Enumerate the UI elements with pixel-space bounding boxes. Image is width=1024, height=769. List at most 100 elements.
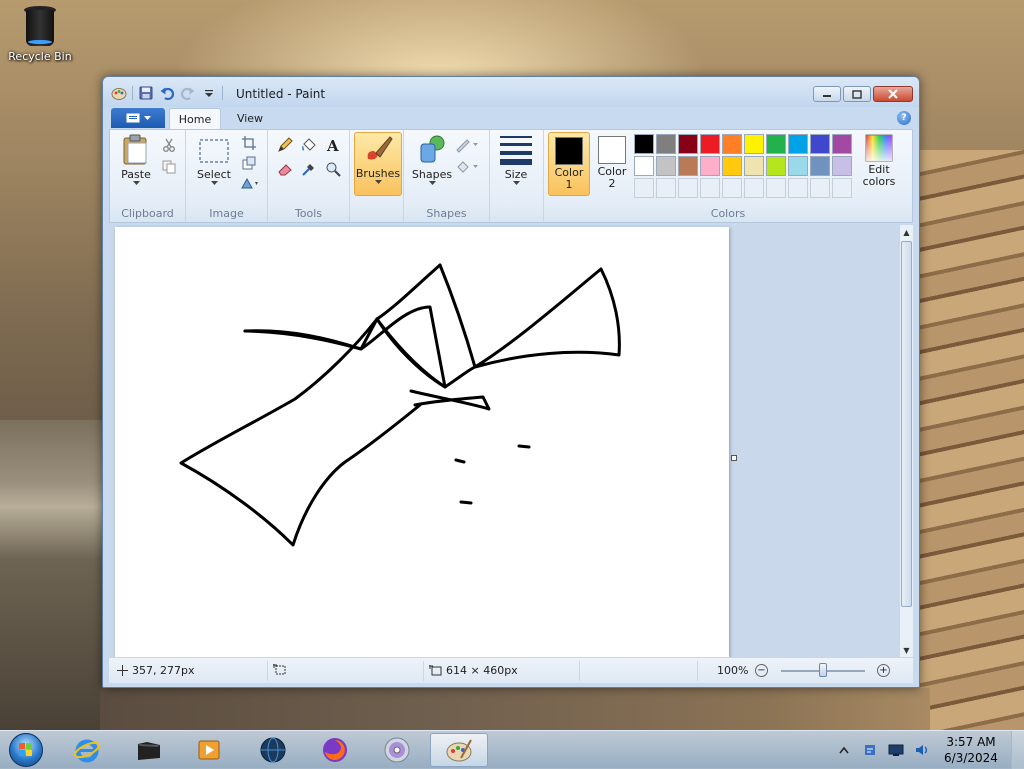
scroll-up-icon[interactable]: ▲ bbox=[900, 225, 913, 239]
file-menu-button[interactable] bbox=[111, 108, 165, 128]
taskbar: 3:57 AM 6/3/2024 bbox=[0, 730, 1024, 769]
tab-home[interactable]: Home bbox=[169, 108, 221, 129]
palette-swatch[interactable] bbox=[744, 134, 764, 154]
crosshair-icon bbox=[117, 665, 128, 676]
palette-custom-slot[interactable] bbox=[656, 178, 676, 198]
start-button[interactable] bbox=[6, 733, 46, 767]
magnifier-icon[interactable] bbox=[324, 160, 342, 178]
maximize-button[interactable] bbox=[843, 86, 871, 102]
palette-custom-slot[interactable] bbox=[678, 178, 698, 198]
group-shapes: Shapes Shapes bbox=[404, 130, 490, 222]
redo-icon[interactable] bbox=[180, 85, 196, 101]
fill-icon[interactable] bbox=[300, 136, 318, 154]
shapes-button[interactable]: Shapes bbox=[410, 134, 454, 186]
palette-swatch[interactable] bbox=[744, 156, 764, 176]
palette-swatch[interactable] bbox=[634, 134, 654, 154]
palette-custom-slot[interactable] bbox=[788, 178, 808, 198]
palette-custom-slot[interactable] bbox=[744, 178, 764, 198]
palette-swatch[interactable] bbox=[722, 156, 742, 176]
canvas-resize-handle[interactable] bbox=[731, 455, 737, 461]
taskbar-firefox[interactable] bbox=[306, 733, 364, 767]
save-icon[interactable] bbox=[138, 85, 154, 101]
palette-swatch[interactable] bbox=[810, 134, 830, 154]
taskbar-paint[interactable] bbox=[430, 733, 488, 767]
status-bar: 357, 277px 614 × 460px 100% − + bbox=[109, 657, 913, 683]
palette-custom-slot[interactable] bbox=[810, 178, 830, 198]
color2-button[interactable]: Color 2 bbox=[592, 132, 632, 194]
close-button[interactable] bbox=[873, 86, 913, 102]
palette-swatch[interactable] bbox=[832, 156, 852, 176]
drawing-canvas[interactable] bbox=[115, 227, 729, 657]
brushes-button[interactable]: Brushes bbox=[354, 132, 402, 196]
desktop-background-right bbox=[918, 150, 1024, 730]
rotate-icon[interactable] bbox=[240, 174, 258, 192]
clock[interactable]: 3:57 AM 6/3/2024 bbox=[935, 734, 1007, 766]
palette-swatch[interactable] bbox=[700, 156, 720, 176]
palette-swatch[interactable] bbox=[656, 156, 676, 176]
palette-swatch[interactable] bbox=[832, 134, 852, 154]
color-picker-icon[interactable] bbox=[300, 160, 318, 178]
palette-swatch[interactable] bbox=[656, 134, 676, 154]
palette-swatch[interactable] bbox=[678, 134, 698, 154]
palette-swatch[interactable] bbox=[634, 156, 654, 176]
text-icon[interactable]: A bbox=[324, 136, 342, 154]
group-label-colors: Colors bbox=[710, 207, 746, 220]
minimize-button[interactable] bbox=[813, 86, 841, 102]
palette-swatch[interactable] bbox=[788, 156, 808, 176]
copy-icon[interactable] bbox=[160, 158, 178, 176]
help-icon[interactable]: ? bbox=[897, 111, 911, 125]
palette-custom-slot[interactable] bbox=[700, 178, 720, 198]
folder-icon bbox=[138, 742, 160, 760]
palette-swatch[interactable] bbox=[678, 156, 698, 176]
title-bar[interactable]: Untitled - Paint bbox=[103, 77, 919, 107]
shape-fill-icon[interactable] bbox=[454, 158, 480, 176]
select-button[interactable]: Select bbox=[192, 134, 236, 186]
palette-swatch[interactable] bbox=[722, 134, 742, 154]
show-hidden-icons-icon[interactable] bbox=[836, 742, 852, 758]
zoom-out-button[interactable]: − bbox=[755, 664, 768, 677]
resize-icon[interactable] bbox=[240, 154, 258, 172]
shapes-label: Shapes bbox=[411, 168, 453, 181]
paint-window: Untitled - Paint Home View ? Paste Clipb… bbox=[102, 76, 920, 688]
canvas-work-area[interactable] bbox=[109, 225, 899, 657]
show-desktop-button[interactable] bbox=[1011, 731, 1024, 769]
palette-custom-slot[interactable] bbox=[634, 178, 654, 198]
taskbar-dvd-app[interactable] bbox=[368, 733, 426, 767]
taskbar-media-player[interactable] bbox=[180, 733, 238, 767]
palette-swatch[interactable] bbox=[788, 134, 808, 154]
volume-icon[interactable] bbox=[914, 742, 930, 758]
size-button[interactable]: Size bbox=[496, 134, 536, 186]
palette-custom-slot[interactable] bbox=[766, 178, 786, 198]
edit-colors-button[interactable]: Edit colors bbox=[858, 134, 900, 188]
network-icon[interactable] bbox=[888, 742, 904, 758]
zoom-slider-thumb[interactable] bbox=[819, 663, 827, 677]
desktop-icon-recycle-bin[interactable]: Recycle Bin bbox=[6, 4, 74, 63]
color1-button[interactable]: Color 1 bbox=[548, 132, 590, 196]
taskbar-globe-app[interactable] bbox=[244, 733, 302, 767]
scroll-thumb[interactable] bbox=[901, 241, 912, 607]
paint-app-icon[interactable] bbox=[111, 85, 127, 101]
scroll-down-icon[interactable]: ▼ bbox=[900, 643, 913, 657]
outline-icon[interactable] bbox=[454, 136, 480, 154]
tab-view[interactable]: View bbox=[227, 108, 273, 129]
taskbar-internet-explorer[interactable] bbox=[58, 733, 116, 767]
palette-custom-slot[interactable] bbox=[722, 178, 742, 198]
palette-swatch[interactable] bbox=[766, 156, 786, 176]
zoom-in-button[interactable]: + bbox=[877, 664, 890, 677]
vertical-scrollbar[interactable]: ▲ ▼ bbox=[899, 225, 913, 657]
cut-icon[interactable] bbox=[160, 136, 178, 154]
undo-icon[interactable] bbox=[159, 85, 175, 101]
palette-custom-slot[interactable] bbox=[832, 178, 852, 198]
customize-qat-icon[interactable] bbox=[201, 85, 217, 101]
crop-icon[interactable] bbox=[240, 134, 258, 152]
palette-swatch[interactable] bbox=[766, 134, 786, 154]
ribbon-tab-row: Home View ? bbox=[103, 107, 919, 129]
action-center-icon[interactable] bbox=[862, 742, 878, 758]
paste-button[interactable]: Paste bbox=[116, 134, 156, 186]
palette-swatch[interactable] bbox=[700, 134, 720, 154]
eraser-icon[interactable] bbox=[276, 160, 294, 178]
pencil-icon[interactable] bbox=[276, 136, 294, 154]
palette-swatch[interactable] bbox=[810, 156, 830, 176]
color2-swatch bbox=[598, 136, 626, 164]
taskbar-file-explorer[interactable] bbox=[120, 733, 178, 767]
